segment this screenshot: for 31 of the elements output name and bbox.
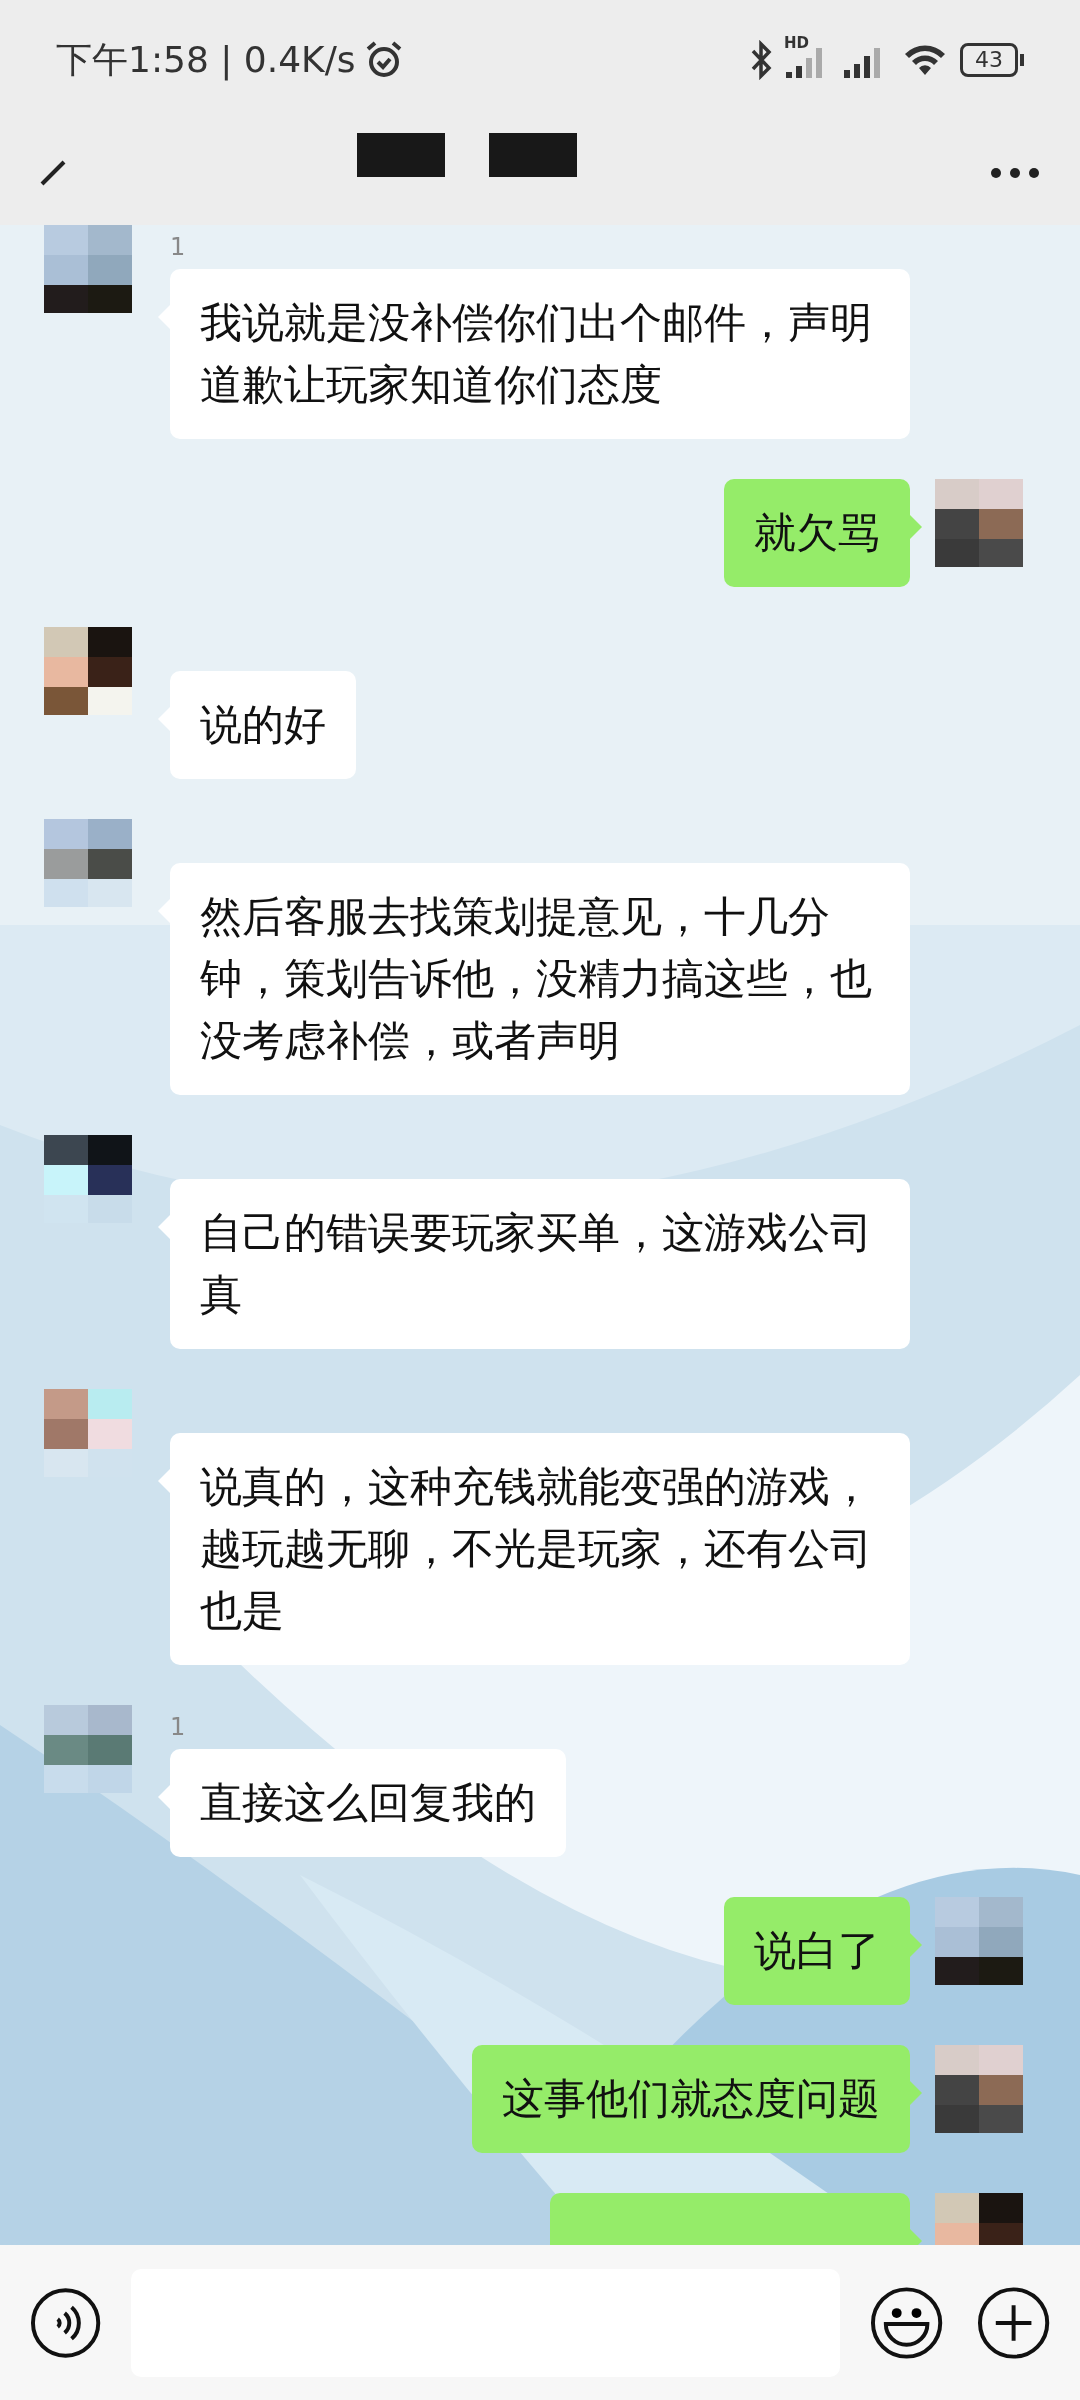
- more-icon[interactable]: [990, 166, 1040, 179]
- voice-icon[interactable]: [30, 2286, 102, 2359]
- avatar[interactable]: [44, 627, 132, 715]
- bluetooth-icon: [750, 40, 772, 80]
- avatar[interactable]: [935, 479, 1023, 567]
- message-bubble: 我说就是没补偿你们出个邮件，声明道歉让玩家知道你们态度: [170, 269, 910, 439]
- bubble-tail: [158, 1215, 170, 1239]
- avatar[interactable]: [935, 1897, 1023, 1985]
- avatar[interactable]: [44, 225, 132, 313]
- avatar[interactable]: [935, 2045, 1023, 2133]
- message-bubble: 说的好: [170, 671, 356, 779]
- bubble-tail: [158, 1785, 170, 1809]
- emoji-icon[interactable]: [869, 2285, 943, 2360]
- sender-name: 1: [170, 233, 186, 261]
- message-bubble: 这事他们就态度问题: [472, 2045, 910, 2153]
- bubble-tail: [910, 1933, 922, 1957]
- message-bubble: 说白了: [724, 1897, 910, 2005]
- bubble-tail: [910, 515, 922, 539]
- sender-name: 1: [170, 1713, 186, 1741]
- bubble-tail: [910, 2081, 922, 2105]
- message-bubble: 就欠骂: [724, 479, 910, 587]
- message-bubble: 然后客服去找策划提意见，十几分钟，策划告诉他，没精力搞这些，也没考虑补偿，或者声明: [170, 863, 910, 1095]
- message-bubble: 说真的，这种充钱就能变强的游戏，越玩越无聊，不光是玩家，还有公司也是: [170, 1433, 910, 1665]
- message-bubble: 直接这么回复我的: [170, 1749, 566, 1857]
- status-time: 下午1:58 | 0.4K/s: [56, 37, 356, 83]
- message-bubble: 自己的错误要玩家买单，这游戏公司真: [170, 1179, 910, 1349]
- avatar[interactable]: [44, 1135, 132, 1223]
- avatar[interactable]: [44, 819, 132, 907]
- bubble-tail: [158, 1469, 170, 1493]
- plus-icon[interactable]: [976, 2285, 1050, 2360]
- edit-icon[interactable]: [40, 159, 66, 186]
